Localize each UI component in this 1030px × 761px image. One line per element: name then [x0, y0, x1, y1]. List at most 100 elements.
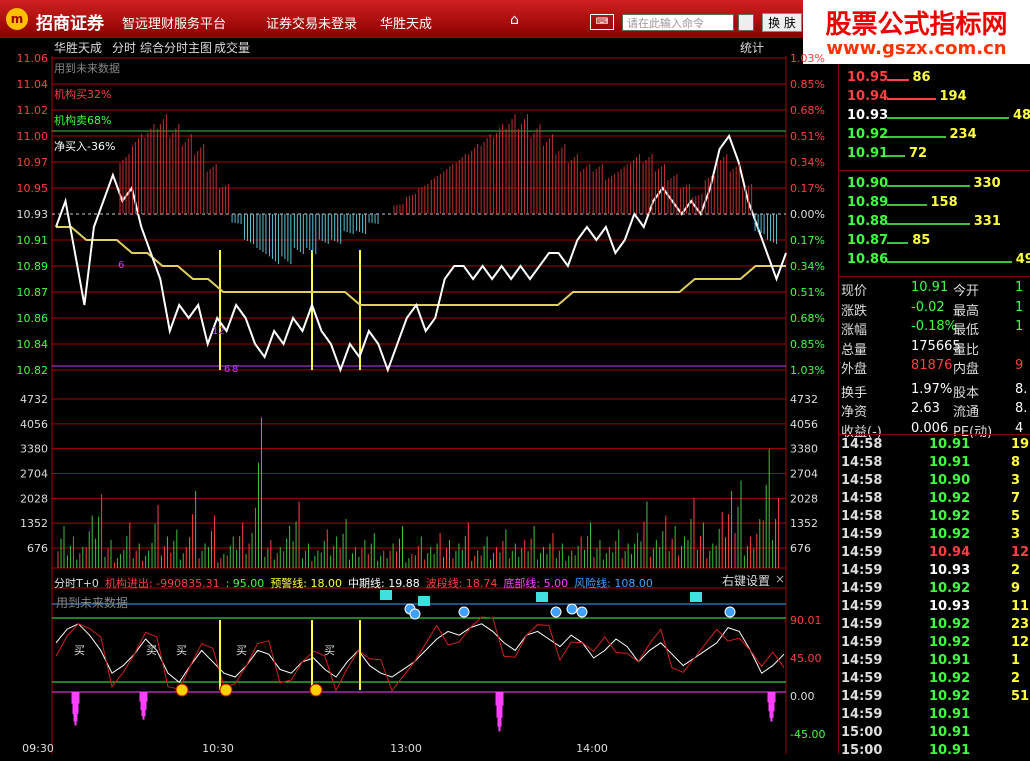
tick-time: 14:59	[841, 653, 883, 668]
percent-tick-label: 1.03%	[790, 52, 825, 65]
tick-price: 10.94	[929, 545, 971, 560]
cyan-signal-block	[380, 590, 392, 600]
bid-volume-bar	[887, 204, 927, 206]
price-tick-label: 10.93	[17, 208, 49, 221]
indicator-legend-item: 分时T+0	[54, 577, 99, 590]
indicator-legend-item: 底部线: 5.00	[503, 577, 569, 590]
bid-volume-bar	[887, 223, 970, 225]
chart-background	[52, 56, 786, 754]
bid-volume: 330	[973, 176, 1001, 191]
tick-volume: 2	[1011, 671, 1021, 686]
price-tick-label: 10.84	[17, 338, 49, 351]
bid-volume-bar	[887, 242, 909, 244]
percent-tick-label: 0.17%	[790, 234, 825, 247]
price-mark-label: 8	[232, 364, 238, 375]
tick-volume: 51	[1011, 689, 1030, 704]
indicator-future-note: 用到未来数据	[56, 596, 129, 610]
price-mark-label: 6	[224, 364, 230, 375]
tick-price: 10.91	[929, 653, 971, 668]
percent-tick-label: 1.03%	[790, 364, 825, 377]
tick-price: 10.92	[929, 491, 971, 506]
blue-dot-icon	[566, 603, 578, 615]
tick-volume: 11	[1011, 599, 1030, 614]
volume-tick-label: 676	[27, 542, 48, 555]
percent-tick-label: 0.85%	[790, 338, 825, 351]
tick-price: 10.92	[929, 581, 971, 596]
ask-price: 10.91	[847, 146, 889, 161]
volume-tick-label-right: 2704	[790, 468, 818, 481]
price-tick-label: 10.97	[17, 156, 49, 169]
price-tick-label: 10.89	[17, 260, 49, 273]
cyan-signal-block	[418, 596, 430, 606]
stat-label: 净资	[841, 405, 868, 420]
volume-tick-label: 4732	[20, 393, 48, 406]
volume-tick-label-right: 1352	[790, 517, 818, 530]
tick-volume: 2	[1011, 563, 1021, 578]
tick-volume: 3	[1011, 527, 1021, 542]
indicator-legend-item: 中期线: 19.88	[348, 577, 420, 590]
volume-tick-label-right: 3380	[790, 443, 818, 456]
price-tick-label: 11.02	[17, 104, 49, 117]
tick-price: 10.90	[929, 473, 971, 488]
stat-value: -0.18%	[911, 319, 957, 334]
indicator-settings[interactable]: 右键设置	[722, 572, 770, 589]
stat-label-2: 今开	[953, 284, 980, 299]
ask-volume: 488	[1013, 108, 1030, 123]
tick-price: 10.92	[929, 617, 971, 632]
bid-price: 10.89	[847, 195, 889, 210]
tick-time: 14:58	[841, 473, 883, 488]
tick-volume: 8	[1011, 455, 1021, 470]
price-tick-label: 11.00	[17, 130, 49, 143]
price-tick-label: 11.06	[17, 52, 49, 65]
percent-tick-label: 0.51%	[790, 130, 825, 143]
tick-time: 14:59	[841, 545, 883, 560]
stat-value-2: 9	[1015, 358, 1024, 373]
time-axis-label: 14:00	[576, 742, 608, 754]
bid-volume-bar	[887, 185, 970, 187]
volume-tick-label: 1352	[20, 517, 48, 530]
volume-tick-label: 2028	[20, 492, 48, 505]
price-mark-label: 12	[212, 326, 225, 337]
gold-medal-icon	[309, 683, 323, 697]
blue-dot-icon	[409, 608, 421, 620]
stat-label: 涨跌	[841, 303, 868, 319]
price-info-box: 用到未来数据 机构买32% 机构卖68% 净买入-36%	[54, 62, 120, 166]
percent-tick-label: 0.68%	[790, 104, 825, 117]
tick-price: 10.92	[929, 671, 971, 686]
price-info-line: 净买入-36%	[54, 140, 116, 153]
quote-separator	[839, 170, 1030, 171]
ask-price: 10.94	[847, 89, 889, 104]
stat-label-2: 股本	[953, 385, 980, 401]
indicator-legend: 分时T+0 机构进出: -990835.31: 95.00 预警线: 18.00 中期…	[54, 572, 659, 590]
stat-label: 涨幅	[841, 323, 868, 338]
stat-label-2: 最高	[953, 303, 980, 319]
cyan-signal-block	[690, 592, 702, 602]
bid-volume: 331	[973, 214, 1001, 229]
tick-price: 10.92	[929, 509, 971, 524]
ask-volume-bar	[887, 98, 936, 100]
tick-time: 14:59	[841, 671, 883, 686]
stat-label-2: 内盘	[953, 362, 980, 377]
volume-tick-label: 4056	[20, 418, 48, 431]
percent-tick-label: 0.17%	[790, 182, 825, 195]
close-indicator-icon[interactable]: ×	[775, 572, 785, 586]
percent-tick-label: 0.85%	[790, 78, 825, 91]
stat-value-2: 1	[1015, 319, 1024, 334]
ask-volume-bar	[887, 117, 1009, 119]
gold-medal-icon	[219, 683, 233, 697]
tick-price: 10.92	[929, 527, 971, 542]
percent-tick-label: 0.34%	[790, 260, 825, 273]
tick-volume: 12	[1011, 635, 1030, 650]
tick-volume: 195	[1011, 437, 1030, 452]
stat-value: 10.91	[911, 280, 949, 295]
indicator-legend-item: 风险线: 108.00	[574, 577, 653, 590]
tick-price: 10.91	[929, 437, 971, 452]
tick-price: 10.93	[929, 563, 971, 578]
tick-volume: 5	[1011, 509, 1021, 524]
price-tick-label: 10.95	[17, 182, 49, 195]
blue-dot-icon	[458, 606, 470, 618]
stat-value-2: 1	[1015, 280, 1024, 295]
bid-volume: 499	[1015, 252, 1030, 267]
tick-volume: 12	[1011, 545, 1030, 560]
tick-price: 10.92	[929, 689, 971, 704]
